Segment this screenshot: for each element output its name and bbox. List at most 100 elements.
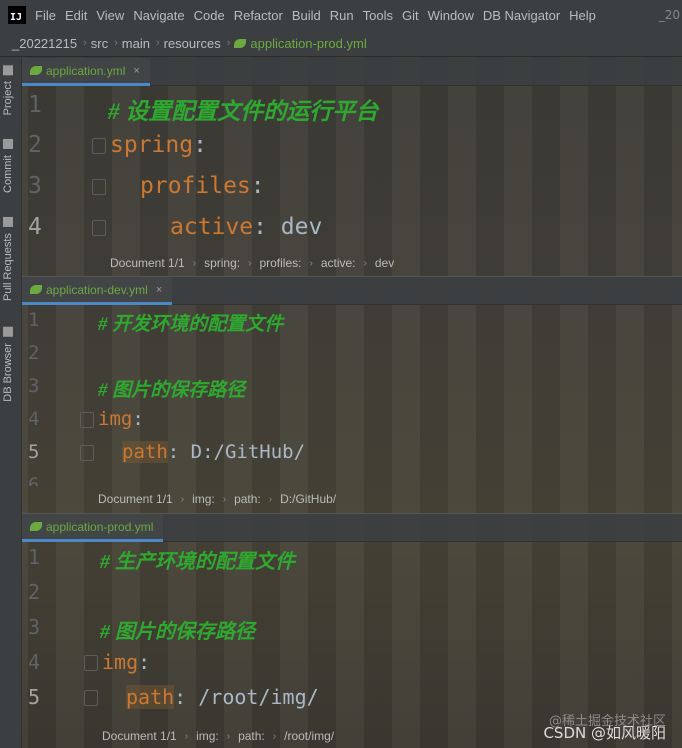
- breadcrumb-src[interactable]: src: [91, 36, 108, 51]
- left-tool-strip: Project Commit Pull Requests DB Browser: [0, 57, 22, 748]
- fold-toggle-icon[interactable]: [84, 690, 98, 706]
- status-path-item[interactable]: img:: [192, 492, 215, 506]
- chevron-right-icon: ›: [184, 730, 189, 742]
- yaml-comment: # 图片的保存路径: [98, 380, 246, 401]
- tool-tab-db-browser[interactable]: DB Browser: [2, 327, 14, 402]
- tab-label: application-dev.yml: [46, 282, 148, 297]
- status-document[interactable]: Document 1/1: [102, 729, 177, 743]
- menu-code[interactable]: Code: [194, 8, 225, 23]
- chevron-right-icon: ›: [226, 37, 231, 49]
- status-path-item[interactable]: D:/GitHub/: [280, 492, 336, 506]
- menu-help[interactable]: Help: [569, 8, 596, 23]
- fold-toggle-icon[interactable]: [80, 445, 94, 461]
- yaml-comment: # 开发环境的配置文件: [98, 314, 284, 335]
- yaml-colon: :: [132, 408, 144, 430]
- status-path-item[interactable]: img:: [196, 729, 219, 743]
- yaml-colon: :: [253, 214, 267, 240]
- yaml-breadcrumb: Document 1/1 › spring: › profiles: › active…: [22, 251, 682, 275]
- tool-tab-project-label: Project: [2, 81, 14, 116]
- chevron-right-icon: ›: [155, 37, 160, 49]
- line-number: 5: [28, 441, 40, 463]
- breadcrumb-main[interactable]: main: [122, 36, 150, 51]
- close-icon[interactable]: ×: [156, 284, 162, 296]
- yaml-colon: :: [167, 441, 180, 463]
- fold-toggle-icon[interactable]: [84, 655, 98, 671]
- menu-run[interactable]: Run: [330, 8, 354, 23]
- line-number: 4: [28, 408, 40, 430]
- yaml-colon: :: [193, 132, 207, 158]
- menu-refactor[interactable]: Refactor: [234, 8, 283, 23]
- close-icon[interactable]: ×: [133, 65, 139, 77]
- menu-tools[interactable]: Tools: [363, 8, 393, 23]
- menu-db-navigator[interactable]: DB Navigator: [483, 8, 560, 23]
- yaml-value: D:/GitHub/: [179, 441, 306, 463]
- status-path-item[interactable]: spring:: [204, 256, 240, 270]
- spring-leaf-icon: [30, 522, 42, 531]
- status-path-item[interactable]: dev: [375, 256, 394, 270]
- menu-edit[interactable]: Edit: [65, 8, 87, 23]
- status-document[interactable]: Document 1/1: [98, 492, 173, 506]
- tab-application-prod-yml[interactable]: application-prod.yml: [22, 514, 164, 542]
- chevron-right-icon: ›: [114, 37, 118, 49]
- yaml-key: spring: [110, 132, 194, 158]
- menu-file[interactable]: File: [35, 8, 56, 23]
- menu-view[interactable]: View: [96, 8, 124, 23]
- editor-pane-application: application.yml × 1 # 设置配置文件的运行平台 2 spri…: [22, 58, 682, 276]
- menu-git[interactable]: Git: [402, 8, 419, 23]
- yaml-value: /root/img/: [186, 685, 319, 709]
- chevron-right-icon: ›: [363, 257, 367, 269]
- chevron-right-icon: ›: [83, 37, 87, 49]
- status-path-item[interactable]: path:: [238, 729, 265, 743]
- status-path-item[interactable]: path:: [234, 492, 261, 506]
- chevron-right-icon: ›: [248, 257, 252, 269]
- fold-toggle-icon[interactable]: [92, 179, 106, 195]
- line-number: 2: [28, 580, 41, 604]
- fold-toggle-icon[interactable]: [92, 220, 106, 236]
- breadcrumb-project[interactable]: _20221215: [12, 36, 77, 51]
- window-title-fragment: _20: [658, 8, 680, 22]
- status-document[interactable]: Document 1/1: [110, 256, 185, 270]
- tab-application-dev-yml[interactable]: application-dev.yml ×: [22, 277, 173, 305]
- status-path-item[interactable]: active:: [321, 256, 356, 270]
- spring-leaf-icon: [234, 38, 247, 48]
- fold-toggle-icon[interactable]: [80, 412, 94, 428]
- tool-tab-project[interactable]: Project: [2, 65, 14, 115]
- fold-toggle-icon[interactable]: [92, 138, 106, 154]
- yaml-comment: # 图片的保存路径: [100, 621, 255, 643]
- status-path-item[interactable]: profiles:: [259, 256, 301, 270]
- watermark-csdn: CSDN @如风暖阳: [543, 724, 666, 742]
- folder-icon: [3, 65, 13, 75]
- breadcrumb-resources[interactable]: resources: [164, 36, 221, 51]
- chevron-right-icon: ›: [272, 730, 277, 742]
- yaml-comment: # 生产环境的配置文件: [100, 551, 295, 573]
- breadcrumb-file[interactable]: application-prod.yml: [250, 36, 366, 51]
- menu-window[interactable]: Window: [428, 8, 474, 23]
- tab-label: application.yml: [46, 63, 126, 78]
- line-number: 1: [28, 545, 41, 569]
- line-number: 5: [28, 685, 41, 709]
- editor-pane-application-dev: application-dev.yml × 1 # 开发环境的配置文件 2 3 …: [22, 277, 682, 513]
- code-line: 6: [22, 474, 682, 486]
- database-icon: [3, 327, 13, 337]
- intellij-logo-icon[interactable]: IJ: [8, 6, 26, 24]
- chevron-right-icon: ›: [180, 493, 185, 505]
- tool-tab-commit-label: Commit: [2, 155, 14, 193]
- chevron-right-icon: ›: [226, 730, 231, 742]
- menu-navigate[interactable]: Navigate: [133, 8, 184, 23]
- tab-application-yml[interactable]: application.yml ×: [22, 58, 150, 86]
- tool-tab-pull-requests[interactable]: Pull Requests: [2, 217, 14, 301]
- status-path-item[interactable]: /root/img/: [284, 729, 334, 743]
- line-number: 2: [28, 342, 40, 364]
- spring-leaf-icon: [30, 285, 42, 294]
- menu-build[interactable]: Build: [292, 8, 321, 23]
- spring-leaf-icon: [30, 66, 42, 75]
- line-number: 1: [28, 309, 40, 331]
- line-number: 1: [28, 92, 42, 118]
- yaml-key: profiles: [140, 173, 251, 199]
- yaml-breadcrumb: Document 1/1 › img: › path: › D:/GitHub/: [22, 487, 682, 511]
- yaml-colon: :: [250, 173, 265, 199]
- line-number: 3: [28, 173, 42, 199]
- commit-icon: [3, 139, 13, 149]
- tool-tab-commit[interactable]: Commit: [2, 139, 14, 193]
- chevron-right-icon: ›: [192, 257, 197, 269]
